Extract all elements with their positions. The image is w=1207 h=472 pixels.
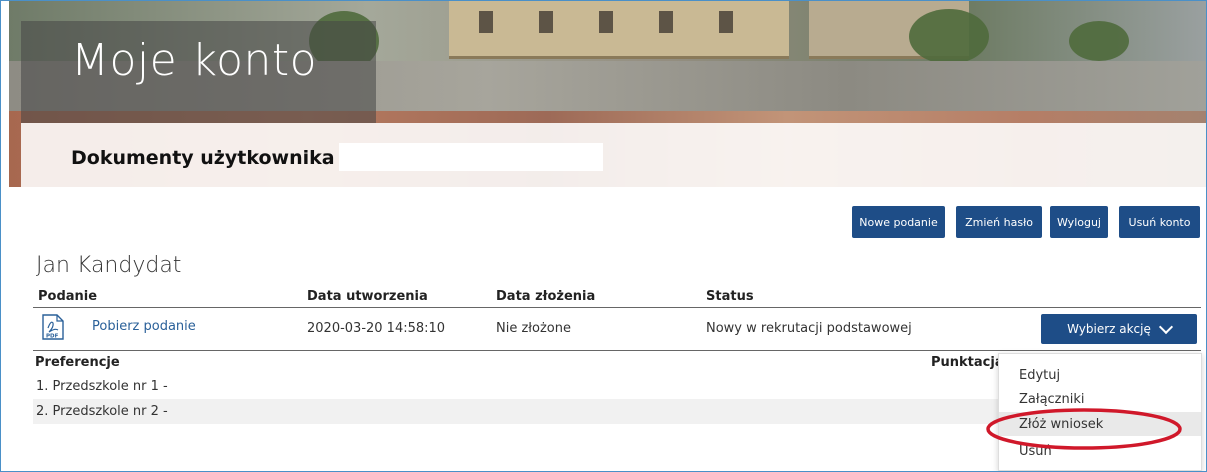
choose-action-button[interactable]: Wybierz akcję [1041,314,1197,344]
delete-account-button[interactable]: Usuń konto [1119,206,1200,238]
user-name: Jan Kandydat [36,253,182,278]
score-header: Punktacja [931,355,1004,370]
new-application-button[interactable]: Nowe podanie [852,206,945,238]
app-window: Moje konto Dokumenty użytkownika Nowe po… [0,0,1207,472]
section-title: Dokumenty użytkownika [71,147,335,169]
status-text: Nowy w rekrutacji podstawowej [706,321,912,336]
logout-button[interactable]: Wyloguj [1050,206,1108,238]
choose-action-label: Wybierz akcję [1067,322,1151,336]
change-password-button[interactable]: Zmień hasło [956,206,1042,238]
created-date: 2020-03-20 14:58:10 [307,321,446,336]
download-application-link[interactable]: Pobierz podanie [92,319,196,334]
row-divider [33,350,1201,351]
svg-text:PDF: PDF [46,334,59,340]
preferences-header: Preferencje [35,355,120,370]
submitted-status: Nie złożone [496,321,571,336]
page-title: Moje konto [71,35,318,86]
preference-item-1: 1. Przedszkole nr 1 - [36,379,168,394]
column-header-submitted: Data złożenia [496,289,596,304]
redacted-username-box [339,143,603,171]
hero-banner: Moje konto Dokumenty użytkownika [9,1,1206,187]
column-header-status: Status [706,289,754,304]
menu-item-edit[interactable]: Edytuj [999,363,1201,387]
header-divider [33,307,1201,308]
pdf-icon[interactable]: PDF [42,314,64,340]
chevron-down-icon [1158,319,1173,335]
annotation-ellipse [986,408,1182,450]
banner-building-image [449,1,789,59]
column-header-created: Data utworzenia [307,289,428,304]
preference-item-2: 2. Przedszkole nr 2 - [36,404,168,419]
column-header-application: Podanie [38,289,98,304]
